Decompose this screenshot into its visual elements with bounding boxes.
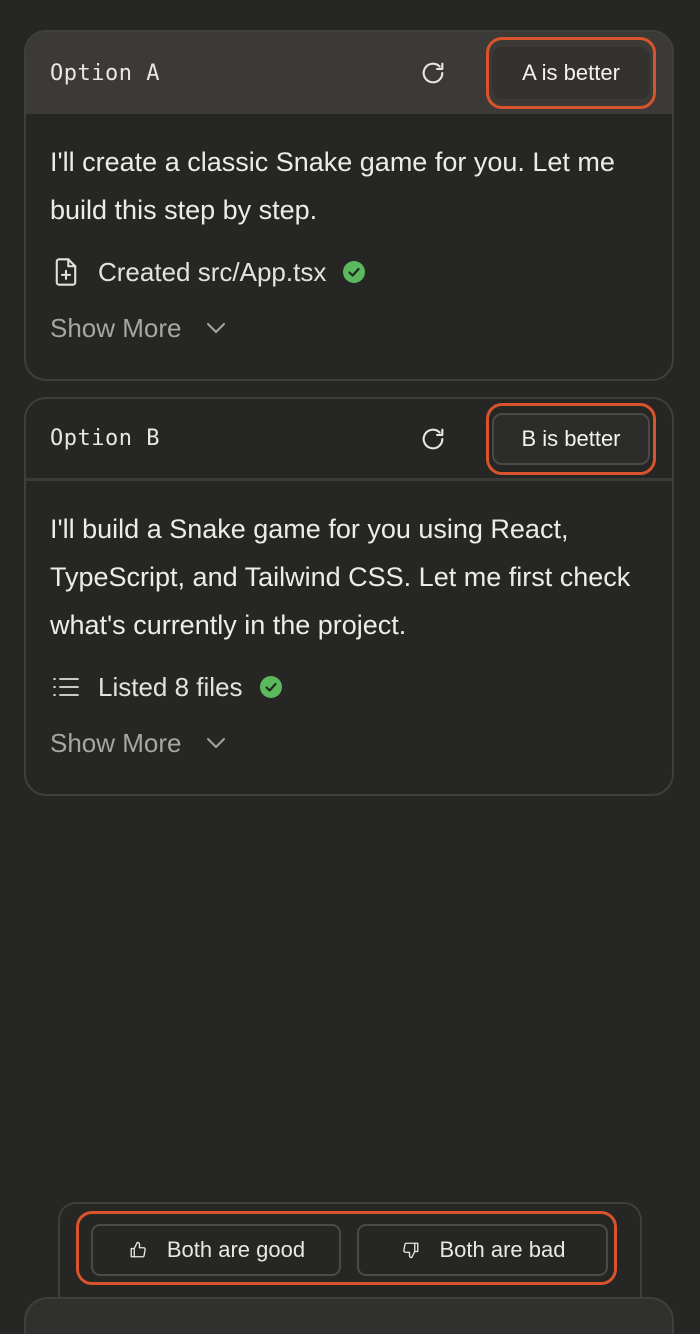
chevron-down-icon	[204, 731, 228, 755]
a-is-better-button[interactable]: A is better	[492, 47, 650, 99]
option-b-body: I'll build a Snake game for you using Re…	[26, 481, 672, 763]
chevron-down-icon	[204, 316, 228, 340]
option-b-message: I'll build a Snake game for you using Re…	[50, 514, 631, 640]
option-a-title: Option A	[50, 60, 160, 86]
comparison-page: Option A A is better I'll create a class…	[0, 0, 700, 1334]
chat-input-area[interactable]	[24, 1297, 674, 1334]
success-check-icon	[259, 675, 283, 699]
option-a-header: Option A A is better	[26, 32, 672, 114]
success-check-icon	[342, 260, 366, 284]
show-more-label: Show More	[50, 727, 182, 758]
option-a-show-more[interactable]: Show More	[50, 308, 648, 348]
option-a-card: Option A A is better I'll create a class…	[24, 30, 674, 381]
option-b-title: Option B	[50, 426, 160, 451]
both-bad-label: Both are bad	[439, 1237, 566, 1262]
option-a-tool-label: Created src/App.tsx	[98, 256, 327, 287]
both-bad-button[interactable]: Both are bad	[357, 1224, 608, 1276]
thumbs-up-icon	[127, 1239, 149, 1261]
b-better-highlight: B is better	[486, 402, 656, 475]
file-plus-icon	[50, 256, 82, 288]
option-b-header: Option B B is better	[26, 399, 672, 481]
option-b-show-more[interactable]: Show More	[50, 723, 648, 763]
option-b-tool-label: Listed 8 files	[98, 671, 243, 702]
b-is-better-button[interactable]: B is better	[492, 412, 650, 465]
option-b-card: Option B B is better I'll build a Snake …	[24, 397, 674, 796]
thumbs-down-icon	[400, 1239, 422, 1261]
option-a-message: I'll create a classic Snake game for you…	[50, 147, 615, 225]
refresh-icon[interactable]	[418, 424, 448, 454]
both-good-button[interactable]: Both are good	[91, 1224, 341, 1276]
a-better-highlight: A is better	[486, 37, 656, 109]
option-a-tool-row: Created src/App.tsx	[50, 252, 648, 292]
option-b-tool-row: Listed 8 files	[50, 667, 648, 707]
refresh-icon[interactable]	[418, 58, 448, 88]
list-icon	[50, 671, 82, 703]
option-a-body: I'll create a classic Snake game for you…	[26, 114, 672, 348]
both-good-label: Both are good	[166, 1237, 306, 1262]
show-more-label: Show More	[50, 312, 182, 343]
